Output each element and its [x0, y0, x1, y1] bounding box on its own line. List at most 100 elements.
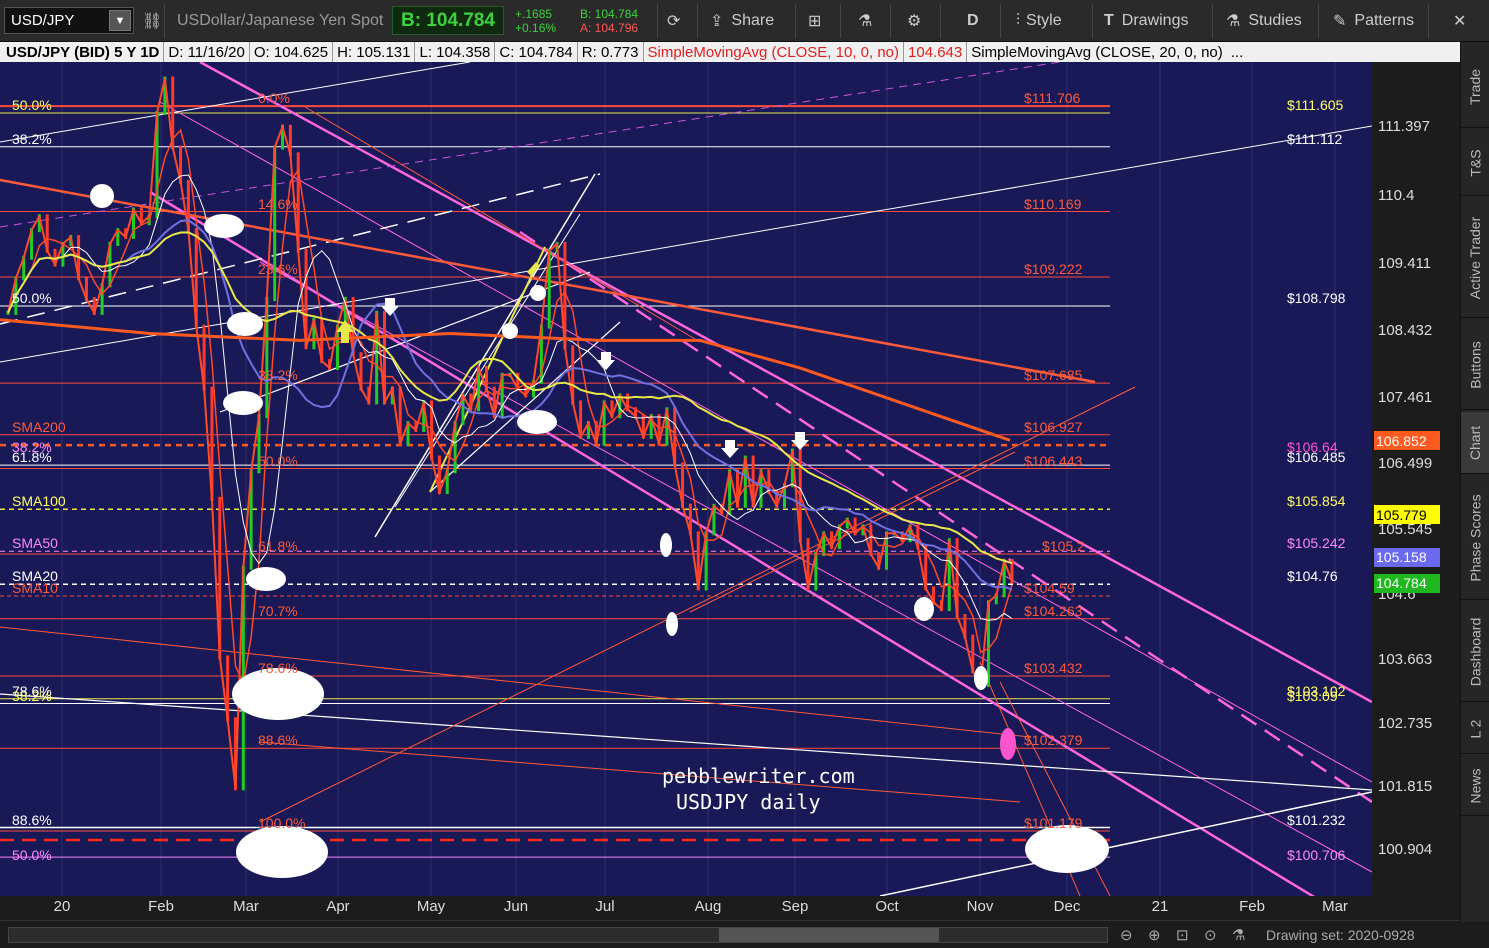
text-tool-icon: T	[1104, 12, 1114, 29]
left-level-label: 50.0%	[12, 97, 52, 113]
watermark-title: USDJPY daily	[676, 790, 821, 814]
pink-dashed-line	[0, 62, 1061, 228]
left-level-label: SMA10	[12, 580, 58, 597]
info-sma10: SimpleMovingAvg (CLOSE, 10, 0, no)	[644, 42, 905, 62]
price-badge: 105.779	[1374, 505, 1440, 525]
info-sma10-value: 104.643	[904, 42, 968, 62]
side-tab-label: Chart	[1467, 425, 1484, 460]
right-level-label: $104.76	[1287, 568, 1338, 585]
right-level-label: $111.706	[1024, 90, 1081, 107]
fib-level-label: 61.8%	[258, 537, 298, 554]
zoom-reset-icon[interactable]: ⊙	[1204, 926, 1217, 944]
red-trend-line	[259, 741, 1021, 803]
link-icon[interactable]: ⛓	[142, 0, 162, 42]
left-level-label: SMA100	[12, 493, 66, 510]
time-tick-label: Jun	[503, 898, 529, 915]
left-level-label: 88.6%	[12, 811, 52, 828]
price-tick-label: 103.663	[1378, 650, 1433, 668]
right-level-label: $105.2	[1042, 537, 1085, 554]
refresh-icon[interactable]: ⟳	[667, 0, 687, 42]
zoom-out-icon[interactable]: ⊖	[1120, 926, 1133, 944]
fib-level-label: 70.7%	[258, 602, 298, 619]
side-tab-phase-scores[interactable]: Phase Scores	[1461, 476, 1489, 600]
info-sma20: SimpleMovingAvg (CLOSE, 20, 0, no)	[971, 43, 1223, 61]
symbol-selector[interactable]: USD/JPY ▼	[4, 7, 134, 34]
period-button[interactable]: D	[967, 0, 979, 42]
fib-level-label: 14.6%	[258, 195, 298, 212]
drawing-set-label: Drawing set: 2020-0928	[1266, 927, 1415, 943]
white-trend-line	[0, 62, 471, 143]
side-tab-label: T&S	[1467, 148, 1484, 177]
grid-layout-icon[interactable]: ⊞	[808, 0, 821, 42]
ask-small: A: 104.796	[580, 21, 639, 35]
studies-button[interactable]: ⚗ Studies	[1226, 0, 1302, 42]
white-trend-line	[879, 791, 1372, 896]
side-tab-l-2[interactable]: L 2	[1461, 704, 1489, 754]
symbol-text: USD/JPY	[11, 12, 75, 29]
chevron-down-icon[interactable]: ▼	[109, 10, 131, 31]
time-tick-label: Feb	[148, 898, 174, 915]
drawings-button[interactable]: T Drawings	[1104, 0, 1188, 42]
right-level-label: $104.263	[1024, 602, 1083, 619]
side-tab-trade[interactable]: Trade	[1461, 46, 1489, 128]
time-tick-label: Mar	[1322, 898, 1348, 915]
side-tab-news[interactable]: News	[1461, 756, 1489, 816]
price-tick-label: 110.4	[1378, 186, 1415, 204]
right-level-label: $106.443	[1024, 452, 1083, 469]
price-badge: 106.852	[1374, 431, 1440, 451]
chart-title: USD/JPY (BID) 5 Y 1D	[0, 42, 165, 62]
gear-icon[interactable]: ⚙	[907, 0, 921, 42]
price-badge: 105.158	[1374, 547, 1440, 567]
info-open: O: 104.625	[250, 42, 334, 62]
bid-price-box: B: 104.784	[392, 6, 504, 35]
chart-info-bar: USD/JPY (BID) 5 Y 1D D: 11/16/20 O: 104.…	[0, 42, 1460, 62]
marker-ellipse	[666, 612, 678, 636]
left-level-label: SMA200	[12, 418, 66, 435]
time-tick-label: Apr	[326, 898, 350, 915]
share-button[interactable]: ⇪ Share	[710, 0, 774, 42]
change-value: +.1685	[515, 7, 553, 21]
time-tick-label: Mar	[233, 898, 259, 915]
price-chart[interactable]: pebblewriter.com USDJPY daily 50.0% 38.2%…	[0, 62, 1372, 896]
chart-scrollbar[interactable]: ⊖ ⊕ ⊡ ⊙ ⚗ Drawing set: 2020-0928	[0, 920, 1460, 948]
red-trend-line	[304, 106, 701, 343]
patterns-button[interactable]: ✎ Patterns	[1333, 0, 1414, 42]
share-label: Share	[731, 12, 775, 29]
bid-ask-box: B: 104.784 A: 104.796	[580, 0, 638, 42]
side-tab-label: Buttons	[1467, 340, 1484, 389]
time-tick-label: Sep	[781, 898, 809, 915]
left-level-label: 38.2%	[12, 687, 52, 704]
drawing-set-icon[interactable]: ⚗	[1232, 926, 1245, 944]
price-tick-label: 108.432	[1378, 322, 1433, 340]
right-level-label: $101.179	[1024, 814, 1083, 831]
zoom-fit-icon[interactable]: ⊡	[1176, 926, 1189, 944]
time-tick-label: Jul	[595, 898, 615, 915]
right-level-label: $108.798	[1287, 289, 1346, 306]
side-tab-buttons[interactable]: Buttons	[1461, 320, 1489, 410]
side-tab-dashboard[interactable]: Dashboard	[1461, 602, 1489, 702]
side-tab-chart[interactable]: Chart	[1461, 412, 1489, 474]
time-tick-label: 20	[53, 898, 71, 915]
scroll-track[interactable]	[8, 927, 1108, 943]
scroll-thumb[interactable]	[719, 928, 939, 942]
right-level-label: $103.432	[1024, 659, 1083, 676]
info-more[interactable]: ...	[1227, 42, 1248, 62]
time-tick-label: Feb	[1239, 898, 1265, 915]
side-tab-t-s[interactable]: T&S	[1461, 130, 1489, 196]
marker-ellipse	[246, 567, 286, 591]
price-tick-label: 100.904	[1378, 841, 1433, 858]
right-level-label: $106.485	[1287, 449, 1346, 466]
style-button[interactable]: ⫶ Style	[1016, 0, 1062, 42]
right-level-label: $100.706	[1287, 847, 1346, 864]
app-window: USD/JPY ▼ ⛓ USDollar/Japanese Yen Spot B…	[0, 0, 1489, 948]
drawings-label: Drawings	[1121, 12, 1189, 29]
side-tab-label: L 2	[1467, 719, 1484, 738]
flask-icon[interactable]: ⚗	[858, 0, 872, 42]
side-tab-active-trader[interactable]: Active Trader	[1461, 198, 1489, 318]
marker-ellipse	[530, 285, 546, 301]
close-icon[interactable]: ✕	[1453, 0, 1466, 42]
zoom-in-icon[interactable]: ⊕	[1148, 926, 1161, 944]
right-level-label: $111.112	[1287, 130, 1343, 147]
bid-small: B: 104.784	[580, 7, 639, 21]
time-tick-label: Dec	[1053, 898, 1081, 915]
